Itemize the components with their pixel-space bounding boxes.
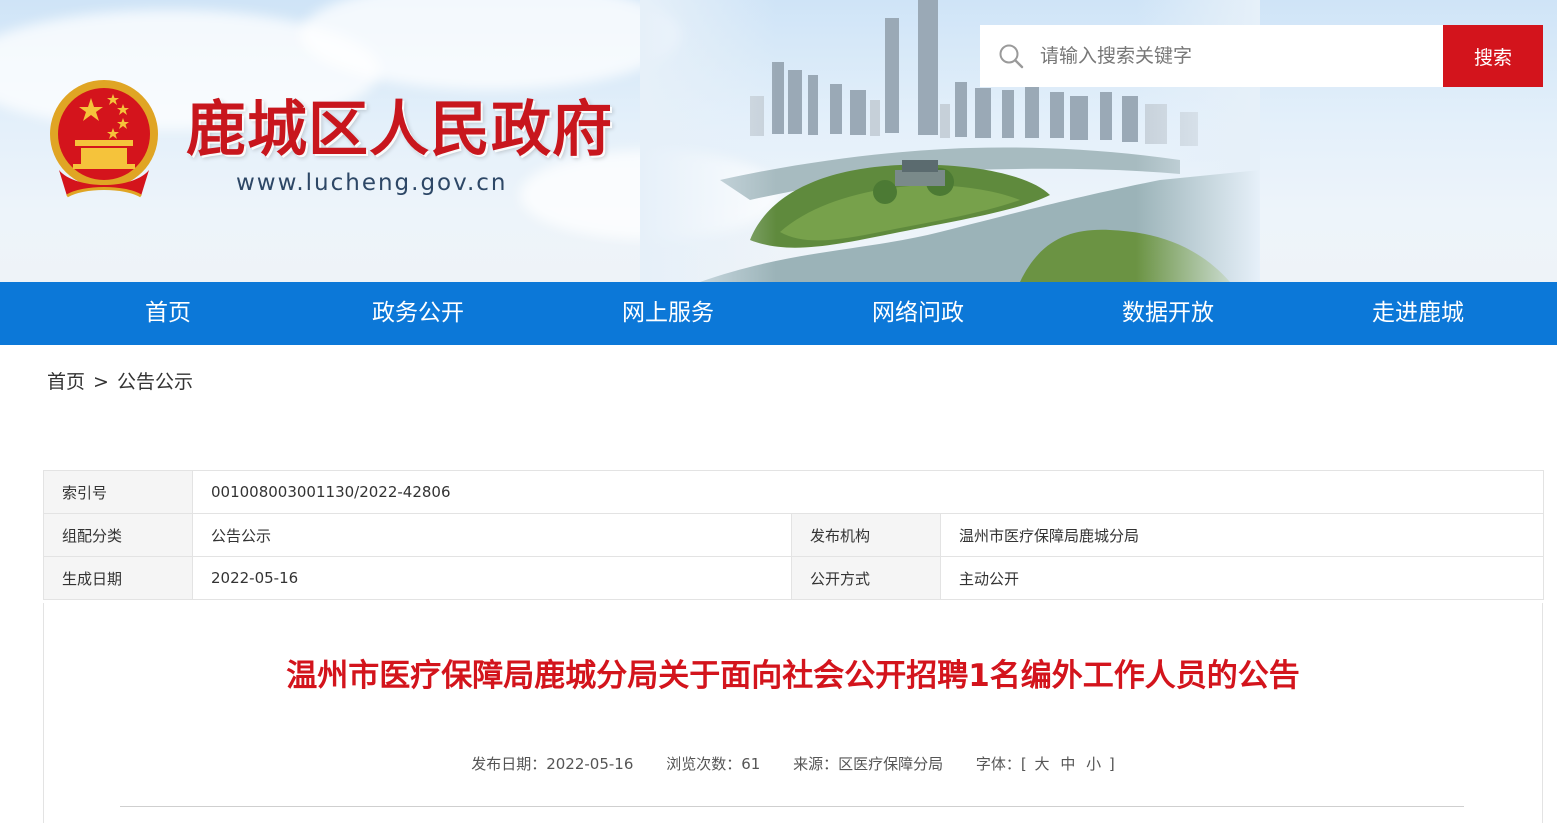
font-size-control: 字体：[ 大 中 小 ] [976, 755, 1115, 773]
divider [120, 806, 1464, 807]
site-url: www.lucheng.gov.cn [236, 170, 508, 196]
index-number-label: 索引号 [43, 470, 193, 514]
search-input[interactable] [1040, 25, 1430, 87]
font-size-small-button[interactable]: 小 [1083, 755, 1104, 773]
article-container [43, 603, 1543, 823]
nav-item-home[interactable]: 首页 [43, 282, 293, 345]
font-size-bracket-open: [ [1020, 755, 1027, 773]
category-label: 组配分类 [43, 513, 193, 557]
disclosure-method-value: 主动公开 [940, 556, 1544, 600]
generated-date-value: 2022-05-16 [192, 556, 792, 600]
nav-item-about-lucheng[interactable]: 走进鹿城 [1293, 282, 1543, 345]
national-emblem-icon [50, 80, 158, 198]
article-title: 温州市医疗保障局鹿城分局关于面向社会公开招聘1名编外工作人员的公告 [286, 658, 1300, 694]
index-number-value: 001008003001130/2022-42806 [192, 470, 1544, 514]
breadcrumb: 首页 > 公告公示 [47, 369, 193, 395]
breadcrumb-current-link[interactable]: 公告公示 [117, 371, 193, 393]
font-size-bracket-close: ] [1108, 755, 1115, 773]
generated-date-label: 生成日期 [43, 556, 193, 600]
nav-item-online-inquiry[interactable]: 网络问政 [793, 282, 1043, 345]
publish-date: 发布日期：2022-05-16 [471, 755, 634, 773]
table-row: 组配分类 公告公示 发布机构 温州市医疗保障局鹿城分局 [43, 513, 1544, 557]
font-size-label: 字体： [975, 755, 1021, 773]
search-box [980, 25, 1443, 87]
site-title: 鹿城区人民政府 [186, 95, 613, 165]
nav-item-open-data[interactable]: 数据开放 [1043, 282, 1293, 345]
view-count: 浏览次数：61 [666, 755, 761, 773]
article-meta: 发布日期：2022-05-16 浏览次数：61 来源：区医疗保障分局 字体：[ … [43, 752, 1543, 776]
font-size-large-button[interactable]: 大 [1032, 755, 1053, 773]
font-size-medium-button[interactable]: 中 [1057, 755, 1078, 773]
nav-item-online-service[interactable]: 网上服务 [543, 282, 793, 345]
main-nav: 首页 政务公开 网上服务 网络问政 数据开放 走进鹿城 [0, 282, 1557, 345]
document-info-table: 索引号 001008003001130/2022-42806 组配分类 公告公示… [43, 470, 1544, 600]
table-row: 生成日期 2022-05-16 公开方式 主动公开 [43, 556, 1544, 600]
nav-item-gov-affairs[interactable]: 政务公开 [293, 282, 543, 345]
breadcrumb-separator: > [93, 371, 109, 393]
publisher-value: 温州市医疗保障局鹿城分局 [940, 513, 1544, 557]
disclosure-method-label: 公开方式 [791, 556, 941, 600]
search-button[interactable]: 搜索 [1443, 25, 1543, 87]
category-value: 公告公示 [192, 513, 792, 557]
article-source: 来源：区医疗保障分局 [793, 755, 944, 773]
search-icon [999, 44, 1024, 69]
table-row: 索引号 001008003001130/2022-42806 [43, 470, 1544, 514]
publisher-label: 发布机构 [791, 513, 941, 557]
breadcrumb-home-link[interactable]: 首页 [47, 371, 85, 393]
